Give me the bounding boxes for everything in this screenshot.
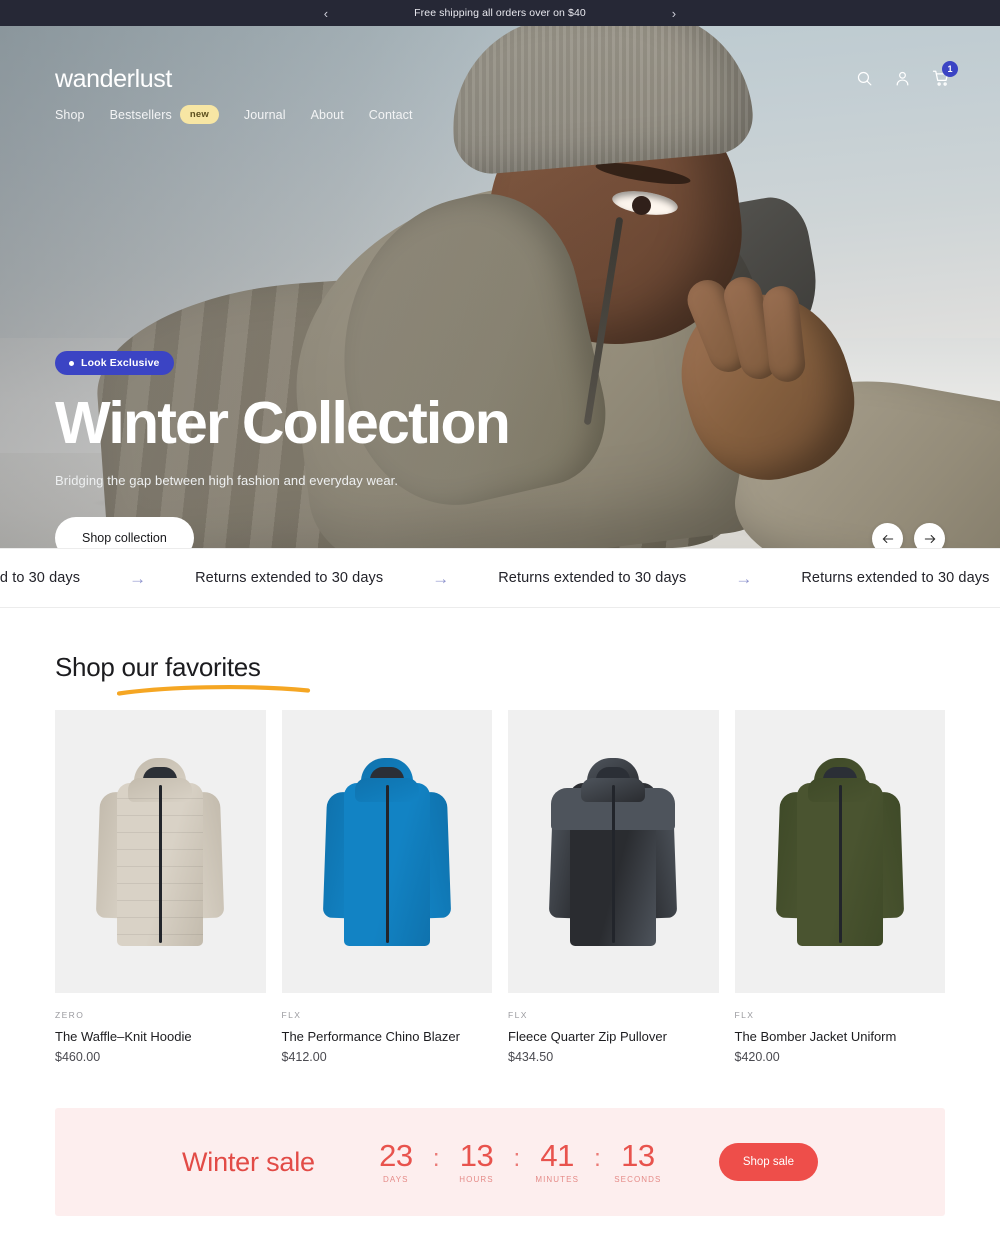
marquee-item: Returns extended to 30 days bbox=[498, 570, 687, 586]
nav-badge-new: new bbox=[179, 105, 219, 124]
marquee-item: Returns extended to 30 days bbox=[801, 570, 990, 586]
marquee-item: Returns extended to 30 days bbox=[0, 570, 81, 586]
countdown-separator: : bbox=[432, 1145, 440, 1173]
jacket-illustration bbox=[96, 757, 225, 946]
countdown-label: MINUTES bbox=[535, 1174, 580, 1184]
jacket-illustration bbox=[775, 757, 904, 946]
countdown-value: 13 bbox=[459, 1138, 494, 1174]
product-grid: ZERO The Waffle–Knit Hoodie $460.00 FLX The … bbox=[55, 710, 945, 1064]
product-image[interactable] bbox=[55, 710, 266, 993]
product-name: The Bomber Jacket Uniform bbox=[734, 1029, 897, 1044]
countdown-unit: 23 DAYS bbox=[371, 1140, 421, 1184]
header-actions: 1 bbox=[856, 61, 958, 87]
favorites-title-plain: Shop bbox=[55, 652, 122, 682]
marquee-arrow-icon: → bbox=[735, 568, 753, 588]
product-card[interactable]: FLX The Performance Chino Blazer $412.00 bbox=[281, 710, 492, 1064]
nav-item-bestsellers[interactable]: Bestsellers bbox=[110, 108, 172, 122]
hero-carousel-controls bbox=[872, 523, 945, 548]
product-brand: FLX bbox=[734, 1010, 755, 1020]
hero-prev-button[interactable] bbox=[872, 523, 903, 548]
countdown-label: HOURS bbox=[459, 1174, 494, 1184]
cart-icon[interactable]: 1 bbox=[932, 61, 958, 87]
countdown-unit: 13 HOURS bbox=[452, 1140, 502, 1184]
favorites-section: Shop our favorites ZERO The Waffle–Knit H… bbox=[0, 608, 1000, 1064]
nav-item-about[interactable]: About bbox=[311, 108, 344, 122]
product-brand: FLX bbox=[281, 1010, 302, 1020]
product-card[interactable]: ZERO The Waffle–Knit Hoodie $460.00 bbox=[55, 710, 266, 1064]
nav-item-contact[interactable]: Contact bbox=[369, 108, 413, 122]
marquee-arrow-icon: → bbox=[129, 568, 147, 588]
countdown-separator: : bbox=[513, 1145, 521, 1173]
hero-title: Winter Collection bbox=[55, 390, 511, 456]
marquee-item: Returns extended to 30 days bbox=[195, 570, 384, 586]
hero-subtitle: Bridging the gap between high fashion an… bbox=[55, 473, 399, 488]
countdown-unit: 41 MINUTES bbox=[532, 1140, 582, 1184]
product-price: $420.00 bbox=[734, 1050, 780, 1064]
product-name: The Performance Chino Blazer bbox=[281, 1029, 460, 1044]
nav-item-journal[interactable]: Journal bbox=[244, 108, 286, 122]
countdown-value: 13 bbox=[621, 1138, 655, 1174]
promo-marquee: Returns extended to 30 days → Returns exte… bbox=[0, 548, 1000, 608]
countdown-value: 41 bbox=[540, 1138, 574, 1174]
title-underline-icon bbox=[117, 685, 311, 696]
hero-banner: wanderlust Shop Bestsellers new Journal … bbox=[0, 26, 1000, 548]
product-name: The Waffle–Knit Hoodie bbox=[55, 1029, 192, 1044]
hero-content: Look Exclusive Winter Collection Bridgin… bbox=[55, 351, 511, 548]
countdown-separator: : bbox=[594, 1145, 601, 1173]
shop-collection-button[interactable]: Shop collection bbox=[55, 517, 194, 548]
announcement-bar: ‹ Free shipping all orders over on $40 › bbox=[0, 0, 1000, 26]
product-brand: FLX bbox=[508, 1010, 528, 1020]
hero-badge: Look Exclusive bbox=[55, 351, 174, 375]
product-card[interactable]: FLX Fleece Quarter Zip Pullover $434.50 bbox=[508, 710, 719, 1064]
hero-next-button[interactable] bbox=[914, 523, 945, 548]
product-image[interactable] bbox=[734, 710, 945, 993]
hero-badge-dot-icon bbox=[69, 360, 74, 366]
product-name: Fleece Quarter Zip Pullover bbox=[508, 1029, 667, 1044]
marquee-track: Returns extended to 30 days → Returns exte… bbox=[0, 570, 1000, 587]
announcement-text: Free shipping all orders over on $40 bbox=[414, 7, 586, 19]
favorites-title-underlined: our favorites bbox=[121, 652, 261, 682]
sale-title: Winter sale bbox=[181, 1146, 315, 1177]
product-image[interactable] bbox=[281, 710, 492, 993]
user-icon[interactable] bbox=[894, 70, 911, 87]
shop-sale-button[interactable]: Shop sale bbox=[718, 1143, 818, 1181]
nav-item-shop[interactable]: Shop bbox=[55, 108, 85, 122]
product-price: $412.00 bbox=[281, 1050, 327, 1064]
product-image[interactable] bbox=[508, 710, 719, 993]
countdown-label: DAYS bbox=[383, 1174, 409, 1184]
product-price: $434.50 bbox=[508, 1050, 554, 1064]
hero-badge-label: Look Exclusive bbox=[81, 357, 160, 369]
jacket-illustration bbox=[549, 757, 678, 946]
announcement-next-icon[interactable]: › bbox=[661, 0, 687, 26]
sale-banner: Winter sale 23 DAYS:13 HOURS:41 MINUTES:13 S… bbox=[55, 1108, 945, 1216]
product-price: $460.00 bbox=[55, 1050, 101, 1064]
announcement-prev-icon[interactable]: ‹ bbox=[313, 0, 339, 26]
product-card[interactable]: FLX The Bomber Jacket Uniform $420.00 bbox=[734, 710, 945, 1064]
main-navigation: Shop Bestsellers new Journal About Conta… bbox=[55, 105, 413, 124]
product-brand: ZERO bbox=[55, 1010, 85, 1020]
countdown-value: 23 bbox=[379, 1138, 413, 1174]
countdown-timer: 23 DAYS:13 HOURS:41 MINUTES:13 SECONDS bbox=[371, 1140, 663, 1184]
search-icon[interactable] bbox=[856, 70, 873, 87]
jacket-illustration bbox=[322, 757, 451, 946]
marquee-arrow-icon: → bbox=[432, 568, 450, 588]
countdown-label: SECONDS bbox=[614, 1174, 662, 1184]
site-logo[interactable]: wanderlust bbox=[55, 65, 172, 94]
favorites-title: Shop our favorites bbox=[55, 652, 311, 696]
cart-count-badge: 1 bbox=[942, 61, 958, 77]
countdown-unit: 13 SECONDS bbox=[613, 1140, 663, 1184]
